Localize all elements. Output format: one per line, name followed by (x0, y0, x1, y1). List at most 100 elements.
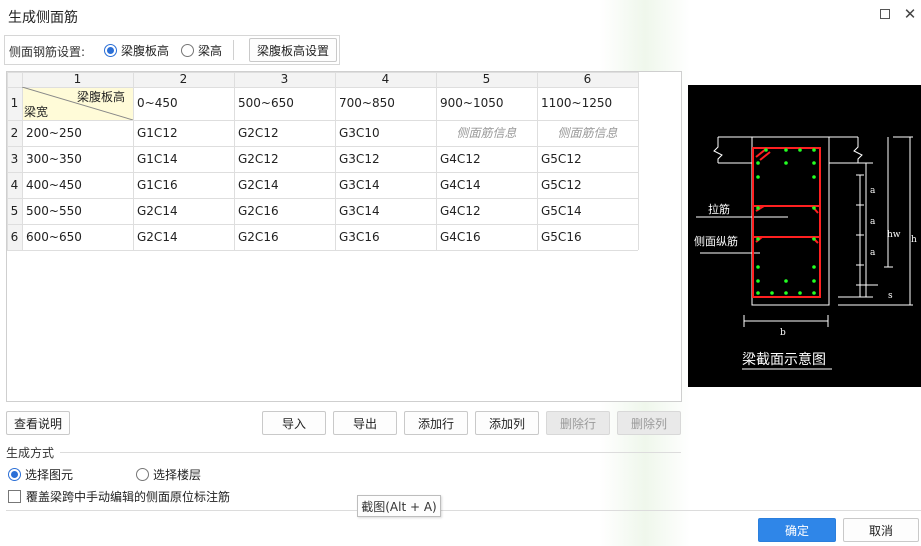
generation-method-title: 生成方式 (6, 446, 55, 460)
screenshot-tooltip: 截图(Alt + A) (357, 495, 441, 517)
table-cell[interactable]: G2C14 (137, 224, 178, 250)
radio-unchecked-icon (181, 44, 194, 57)
row-header[interactable]: 4 (7, 172, 22, 198)
table-cell[interactable]: G4C16 (440, 224, 481, 250)
row-header[interactable]: 2 (7, 120, 22, 146)
table-cell-beam-width[interactable]: 600~650 (26, 224, 82, 250)
radio-select-floor[interactable]: 选择楼层 (136, 466, 201, 483)
radio-select-element-label: 选择图元 (25, 468, 74, 482)
column-header[interactable]: 1 (22, 72, 133, 87)
table-cell[interactable]: G2C14 (137, 198, 178, 224)
row-header[interactable]: 1 (7, 87, 22, 120)
rebar-table: 1 2 3 4 5 6 1 2 3 4 5 6 梁腹板高 梁宽 0~450 500~650 700~850 900… (6, 71, 682, 402)
dim-a-2: a (870, 217, 876, 227)
dim-a-3: a (870, 248, 876, 258)
table-cell[interactable]: G3C12 (339, 146, 380, 172)
section-separator (60, 452, 681, 453)
corner-label-beam-width: 梁宽 (24, 105, 49, 119)
table-cell-beam-width[interactable]: 200~250 (26, 120, 82, 146)
grid-line (335, 72, 336, 250)
table-cell-web-height[interactable]: 700~850 (339, 87, 395, 120)
table-cell-web-height[interactable]: 1100~1250 (541, 87, 612, 120)
table-cell[interactable]: G5C12 (541, 146, 582, 172)
tie-bar-label: 拉筋 (708, 202, 730, 216)
table-cell[interactable]: G1C16 (137, 172, 178, 198)
radio-select-element[interactable]: 选择图元 (8, 466, 73, 483)
close-button[interactable]: ✕ (901, 5, 919, 23)
dim-s: s (888, 291, 893, 301)
table-cell[interactable]: G3C14 (339, 198, 380, 224)
table-cell[interactable]: G2C16 (238, 198, 279, 224)
table-cell[interactable]: G3C10 (339, 120, 380, 146)
web-height-config-button[interactable]: 梁腹板高设置 (249, 38, 337, 62)
corner-label-web-height: 梁腹板高 (77, 90, 126, 104)
grid-line (537, 72, 538, 250)
dim-b: b (780, 328, 786, 338)
row-header[interactable]: 5 (7, 198, 22, 224)
row-header[interactable]: 6 (7, 224, 22, 250)
table-cell[interactable]: G3C16 (339, 224, 380, 250)
grid-line (7, 250, 638, 251)
delete-row-button[interactable]: 删除行 (546, 411, 610, 435)
table-cell[interactable]: G4C12 (440, 146, 481, 172)
table-cell[interactable]: G5C16 (541, 224, 582, 250)
table-cell[interactable]: G3C14 (339, 172, 380, 198)
maximize-icon (880, 9, 890, 19)
delete-column-button[interactable]: 删除列 (617, 411, 681, 435)
radio-beam-height[interactable]: 梁高 (181, 42, 222, 59)
grid-line (638, 72, 639, 250)
table-cell[interactable]: G2C12 (238, 120, 279, 146)
table-cell[interactable]: G2C12 (238, 146, 279, 172)
row-header[interactable]: 3 (7, 146, 22, 172)
cancel-button[interactable]: 取消 (843, 518, 919, 542)
add-row-button[interactable]: 添加行 (404, 411, 468, 435)
table-cell[interactable]: G4C12 (440, 198, 481, 224)
export-button[interactable]: 导出 (333, 411, 397, 435)
table-cell[interactable]: G2C16 (238, 224, 279, 250)
column-header[interactable]: 4 (335, 72, 436, 87)
side-rebar-setting-group: 侧面钢筋设置: 梁腹板高 梁高 梁腹板高设置 (4, 35, 340, 65)
table-cell[interactable]: G5C14 (541, 198, 582, 224)
table-cell-web-height[interactable]: 0~450 (137, 87, 178, 120)
grid-line (436, 72, 437, 250)
radio-web-height-label: 梁腹板高 (121, 44, 170, 58)
radio-select-floor-label: 选择楼层 (153, 468, 202, 482)
table-cell[interactable]: G5C12 (541, 172, 582, 198)
radio-checked-icon (104, 44, 117, 57)
override-checkbox-label: 覆盖梁跨中手动编辑的侧面原位标注筋 (26, 490, 231, 504)
column-header[interactable]: 5 (436, 72, 537, 87)
column-header[interactable]: 3 (234, 72, 335, 87)
side-longitudinal-bar-label: 侧面纵筋 (694, 234, 738, 248)
view-instructions-button[interactable]: 查看说明 (6, 411, 70, 435)
grid-line (234, 72, 235, 250)
override-manual-annotation-checkbox[interactable]: 覆盖梁跨中手动编辑的侧面原位标注筋 (8, 488, 230, 505)
table-cell-beam-width[interactable]: 500~550 (26, 198, 82, 224)
checkbox-unchecked-icon (8, 490, 21, 503)
radio-beam-height-label: 梁高 (198, 44, 223, 58)
separator (233, 40, 234, 60)
add-column-button[interactable]: 添加列 (475, 411, 539, 435)
ok-button[interactable]: 确定 (758, 518, 836, 542)
column-header[interactable]: 2 (133, 72, 234, 87)
maximize-button[interactable] (876, 5, 894, 23)
table-cell-beam-width[interactable]: 300~350 (26, 146, 82, 172)
table-cell[interactable]: G1C14 (137, 146, 178, 172)
column-header[interactable]: 6 (537, 72, 638, 87)
table-cell-web-height[interactable]: 500~650 (238, 87, 294, 120)
dim-h: h (911, 235, 917, 245)
table-cell[interactable]: 侧面筋信息 (436, 120, 537, 146)
table-cell-beam-width[interactable]: 400~450 (26, 172, 82, 198)
table-cell-web-height[interactable]: 900~1050 (440, 87, 504, 120)
close-icon: ✕ (903, 5, 917, 23)
radio-web-height[interactable]: 梁腹板高 (104, 42, 169, 59)
import-button[interactable]: 导入 (262, 411, 326, 435)
dim-a-1: a (870, 186, 876, 196)
table-cell[interactable]: G2C14 (238, 172, 279, 198)
footer-separator (6, 510, 921, 511)
table-cell[interactable]: G4C14 (440, 172, 481, 198)
title-bar: 生成侧面筋 ✕ (0, 0, 921, 30)
dim-hw: hw (887, 230, 901, 240)
table-cell[interactable]: G1C12 (137, 120, 178, 146)
grid-line (133, 72, 134, 250)
table-cell[interactable]: 侧面筋信息 (537, 120, 638, 146)
